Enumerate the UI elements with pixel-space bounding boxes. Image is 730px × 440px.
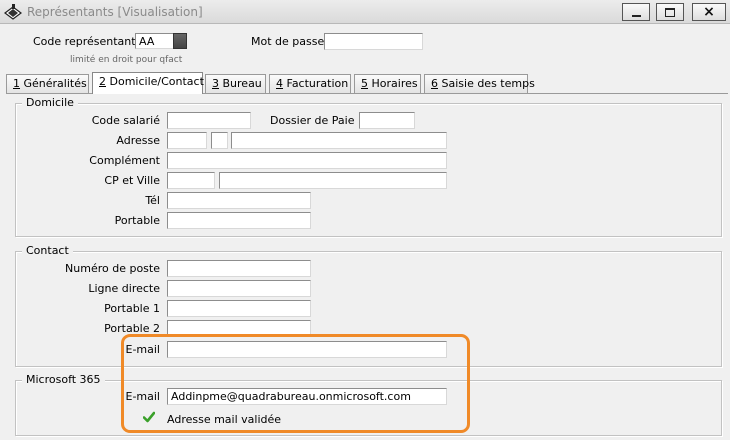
code-representant-label: Code représentant : [33, 35, 143, 48]
portable2-label: Portable 2 [104, 322, 160, 335]
adresse-number-field[interactable] [167, 132, 207, 149]
portable1-field[interactable] [167, 300, 311, 317]
app-icon [4, 4, 22, 20]
close-button[interactable]: × [692, 3, 726, 21]
tab-horaires[interactable]: 5 Horaires [354, 74, 421, 93]
portable1-label: Portable 1 [104, 302, 160, 315]
code-salarie-label: Code salarié [91, 114, 160, 127]
ligne-directe-field[interactable] [167, 280, 311, 297]
microsoft365-group-title: Microsoft 365 [22, 373, 105, 386]
contact-email-label: E-mail [125, 343, 161, 356]
adresse-street-field[interactable] [231, 132, 447, 149]
password-field[interactable] [324, 33, 423, 50]
code-hint: limité en droit pour qfact [70, 55, 183, 65]
domicile-group-title: Domicile [22, 96, 78, 109]
ville-field[interactable] [219, 172, 447, 189]
portable-field[interactable] [167, 212, 311, 229]
m365-email-field[interactable]: Addinpme@quadrabureau.onmicrosoft.com [167, 388, 447, 405]
maximize-button[interactable] [656, 3, 684, 21]
contact-group-title: Contact [22, 244, 73, 257]
ligne-directe-label: Ligne directe [88, 282, 160, 295]
portable-label: Portable [114, 214, 160, 227]
dossier-paie-field[interactable] [359, 112, 415, 129]
check-icon [143, 411, 155, 423]
tab-saisie-des-temps[interactable]: 6 Saisie des temps [424, 74, 535, 93]
code-representant-dropdown-button[interactable] [173, 33, 187, 49]
window-title: Représentants [Visualisation] [27, 5, 203, 19]
complement-field[interactable] [167, 152, 447, 169]
maximize-icon [665, 7, 675, 17]
code-representant-combo[interactable]: AA [135, 33, 175, 49]
tab-bureau[interactable]: 3 Bureau [205, 74, 266, 93]
cp-field[interactable] [167, 172, 215, 189]
cp-ville-label: CP et Ville [104, 174, 160, 187]
complement-label: Complément [89, 154, 160, 167]
email-validated-text: Adresse mail validée [167, 413, 282, 426]
minimize-button[interactable] [622, 3, 650, 21]
close-icon: × [703, 4, 715, 20]
m365-email-label: E-mail [125, 390, 161, 403]
numero-poste-label: Numéro de poste [65, 262, 160, 275]
tel-field[interactable] [167, 192, 311, 209]
numero-poste-field[interactable] [167, 260, 311, 277]
password-label: Mot de passe [251, 35, 325, 48]
dossier-paie-label: Dossier de Paie [270, 114, 355, 127]
tab-generalites[interactable]: 1 Généralités [6, 74, 89, 93]
tab-facturation[interactable]: 4 Facturation [269, 74, 351, 93]
code-salarie-field[interactable] [167, 112, 251, 129]
tab-domicile-contact[interactable]: 2 Domicile/Contact [92, 72, 204, 94]
tel-label: Tél [145, 194, 160, 207]
portable2-field[interactable] [167, 320, 311, 337]
title-bar: Représentants [Visualisation] × [0, 0, 730, 24]
minimize-icon [631, 15, 641, 17]
contact-email-field[interactable] [167, 341, 447, 358]
adresse-label: Adresse [116, 134, 160, 147]
adresse-suffix-field[interactable] [211, 132, 228, 149]
